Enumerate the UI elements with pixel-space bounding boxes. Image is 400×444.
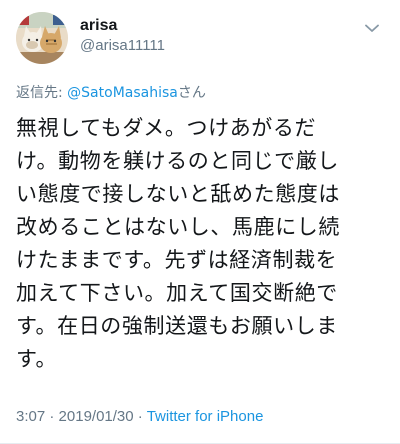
tweet-text-line: けたままです。先ずは経済制裁を	[16, 248, 338, 272]
user-handle[interactable]: @arisa11111	[80, 36, 360, 56]
reply-suffix: さん	[177, 85, 206, 101]
display-name[interactable]: arisa	[80, 16, 360, 36]
avatar[interactable]	[16, 12, 68, 64]
reply-context: 返信先: @SatoMasahisaさん	[16, 84, 384, 102]
meta-separator: ·	[45, 408, 59, 425]
chevron-down-icon	[365, 24, 379, 32]
reply-mention-link[interactable]: @SatoMasahisa	[67, 85, 178, 101]
tweet-metadata: 3:07 · 2019/01/30 · Twitter for iPhone	[16, 406, 263, 428]
more-options-button[interactable]	[360, 18, 384, 38]
tweet-text-line: 加えて下さい。加えて国交断絶で	[16, 281, 338, 305]
tweet-text-line: す。在日の強制送還もお願いしま	[16, 314, 338, 338]
tweet-date[interactable]: 2019/01/30	[59, 408, 134, 425]
reply-prefix: 返信先:	[16, 85, 68, 101]
tweet-card: arisa @arisa11111 返信先: @SatoMasahisaさん 無…	[0, 0, 400, 444]
meta-separator: ·	[133, 408, 147, 425]
tweet-time[interactable]: 3:07	[16, 408, 45, 425]
tweet-text-line: け。動物を躾けるのと同じで厳し	[16, 149, 339, 173]
tweet-text-line: 改めることはないし、馬鹿にし続	[16, 215, 340, 239]
tweet-header: arisa @arisa11111	[16, 12, 384, 70]
tweet-text: 無視してもダメ。つけあがるだ け。動物を躾けるのと同じで厳し い態度で接しないと…	[16, 112, 384, 376]
tweet-text-line: い態度で接しないと舐めた態度は	[16, 182, 340, 206]
avatar-photo-cats-icon	[16, 12, 68, 64]
tweet-source-link[interactable]: Twitter for iPhone	[147, 408, 264, 425]
user-info: arisa @arisa11111	[80, 12, 360, 56]
tweet-text-line: 無視してもダメ。つけあがるだ	[16, 116, 317, 140]
tweet-text-line: す。	[16, 347, 58, 371]
